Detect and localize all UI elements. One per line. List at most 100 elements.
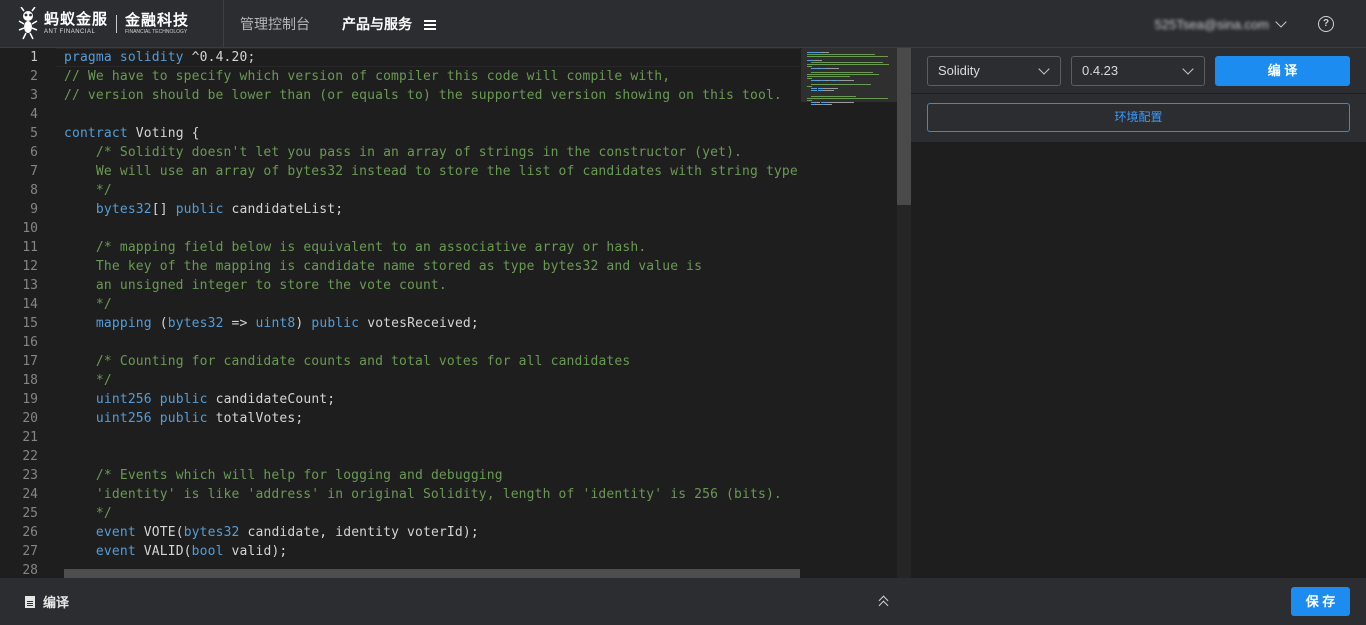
code-line: 'identity' is like 'address' in original… <box>64 485 782 504</box>
line-number: 19 <box>22 392 38 407</box>
scrollbar-thumb[interactable] <box>897 48 911 205</box>
code-token: valid); <box>223 544 288 559</box>
top-nav: 管理控制台 产品与服务 <box>224 0 452 48</box>
code-token: public <box>159 411 208 426</box>
code-editor[interactable]: 1 2 3 4 5 6 7 8 9 10 11 12 13 14 15 16 17 18 19 20 21 22 23 24 2… <box>0 48 911 578</box>
code-token: uint8 <box>255 316 296 331</box>
language-select[interactable]: Solidity <box>927 56 1061 86</box>
minimap-line <box>807 60 815 61</box>
code-token: 'identity' is like 'address' in original… <box>64 487 782 502</box>
code-token: VOTE( <box>135 525 184 540</box>
code-line: mapping (bytes32 => uint8) public votesR… <box>64 314 479 333</box>
code-token: Voting { <box>127 126 200 141</box>
nav-console[interactable]: 管理控制台 <box>224 14 326 34</box>
line-number: 9 <box>30 202 38 217</box>
minimap-line <box>825 68 839 69</box>
nav-products-services[interactable]: 产品与服务 <box>326 14 452 34</box>
code-token: ^0.4.20; <box>183 50 256 65</box>
minimap-line <box>807 74 879 75</box>
minimap-line <box>807 56 888 57</box>
vertical-scrollbar[interactable] <box>897 48 911 578</box>
code-token: /* Events which will help for logging an… <box>95 468 503 483</box>
code-token: contract <box>64 126 128 141</box>
line-number: 18 <box>22 373 38 388</box>
logo[interactable]: 蚂蚁金服 ANT FINANCIAL 金融科技 FINANCIAL TECHNO… <box>0 0 224 48</box>
minimap-line <box>810 96 857 97</box>
language-value: Solidity <box>938 63 980 78</box>
line-number: 21 <box>22 430 38 445</box>
line-number: 17 <box>22 354 38 369</box>
code-token: [] <box>151 202 176 217</box>
menu-icon <box>423 19 436 30</box>
ant-logo-icon <box>18 6 38 39</box>
code-line: We will use an array of bytes32 instead … <box>64 162 806 181</box>
minimap-line <box>810 88 817 89</box>
code-token: pragma solidity <box>64 50 184 65</box>
line-number: 4 <box>30 107 38 122</box>
code-area[interactable]: pragma solidity ^0.4.20; // We have to sp… <box>56 48 806 578</box>
version-select[interactable]: 0.4.23 <box>1071 56 1205 86</box>
minimap[interactable] <box>801 48 897 578</box>
help-icon[interactable]: ? <box>1318 16 1334 32</box>
code-token: candidateCount; <box>207 392 336 407</box>
chevron-down-icon[interactable] <box>1275 16 1287 28</box>
code-line: // We have to specify which version of c… <box>64 67 670 86</box>
line-number: 20 <box>22 411 38 426</box>
code-token: candidate, identity voterId); <box>239 525 479 540</box>
code-line: */ <box>64 504 112 523</box>
user-account[interactable]: 525Tsea@sina.com <box>1155 17 1269 32</box>
save-button[interactable]: 保 存 <box>1291 587 1350 616</box>
logo-fin-en: FINANCIAL TECHNOLOGY <box>125 28 188 35</box>
logo-text-en: ANT FINANCIAL <box>44 29 96 35</box>
code-token: */ <box>64 183 112 198</box>
line-number: 2 <box>30 69 38 84</box>
environment-config-button[interactable]: 环境配置 <box>927 103 1350 132</box>
code-token: candidateList; <box>223 202 344 217</box>
line-number: 24 <box>22 487 38 502</box>
code-token: ) <box>295 316 312 331</box>
code-token: an unsigned integer to store the vote co… <box>64 278 447 293</box>
line-number: 3 <box>30 88 38 103</box>
code-token: // We have to specify which version of c… <box>64 69 671 84</box>
line-number: 12 <box>22 259 38 274</box>
code-line: */ <box>64 181 112 200</box>
minimap-line <box>810 90 817 91</box>
minimap-line <box>826 102 854 103</box>
compiler-toolbar: Solidity 0.4.23 编 译 环境配置 <box>911 48 1366 142</box>
compile-button[interactable]: 编 译 <box>1215 56 1350 86</box>
expand-up-icon[interactable] <box>877 595 891 611</box>
line-number: 26 <box>22 525 38 540</box>
minimap-line <box>820 52 829 53</box>
compile-output-bar[interactable]: 编译 <box>0 578 911 625</box>
minimap-line <box>814 60 823 61</box>
line-number: 14 <box>22 297 38 312</box>
code-line: */ <box>64 371 112 390</box>
code-line: bytes32[] public candidateList; <box>64 200 343 219</box>
line-number: 16 <box>22 335 38 350</box>
line-number: 5 <box>30 126 38 141</box>
line-number: 1 <box>30 50 38 65</box>
horizontal-scrollbar[interactable] <box>64 569 800 578</box>
document-icon <box>25 595 35 608</box>
line-number: 15 <box>22 316 38 331</box>
minimap-line <box>810 84 871 85</box>
logo-fin-cn: 金融科技 <box>125 11 190 29</box>
logo-text-cn: 蚂蚁金服 <box>44 11 109 28</box>
code-line: The key of the mapping is candidate name… <box>64 257 702 276</box>
line-number: 13 <box>22 278 38 293</box>
code-token: event <box>95 525 136 540</box>
chevron-down-icon <box>1038 63 1050 75</box>
minimap-line <box>810 62 884 63</box>
code-token: bytes32 <box>167 316 224 331</box>
minimap-line <box>807 52 821 53</box>
minimap-line <box>807 78 813 79</box>
code-token: bool <box>191 544 224 559</box>
